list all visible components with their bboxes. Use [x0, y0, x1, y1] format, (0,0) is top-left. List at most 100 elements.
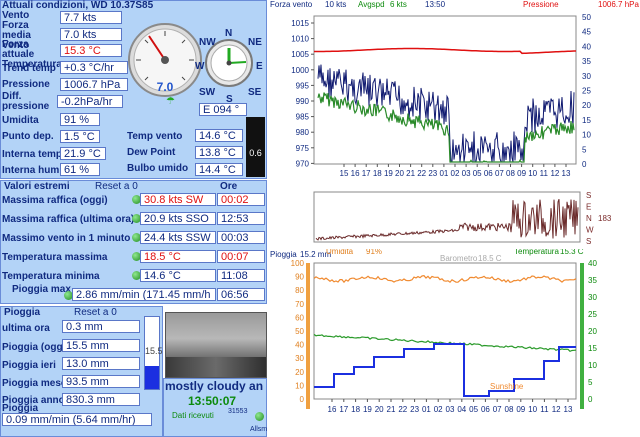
bottom-x-tick-label: 01 [422, 405, 431, 414]
bottom-x-tick-label: 18 [351, 405, 360, 414]
bottom-x-tick-label: 03 [446, 405, 455, 414]
bottom-x-tick-label: 12 [552, 405, 561, 414]
top-left-tick-label: 990 [296, 97, 310, 106]
umbrella-icon: ☂ [166, 96, 175, 107]
temp-trend-value: +0.3 °C/hr [60, 61, 128, 74]
wetbulb-value: 14.4 °C [195, 163, 243, 176]
extreme-label-3: Temperatura massima [2, 252, 108, 263]
windchill-value: 14.6 °C [195, 129, 243, 142]
bottom-x-tick-label: 04 [457, 405, 466, 414]
alarm-dot[interactable] [255, 412, 264, 421]
compass-sw: SW [199, 87, 216, 98]
indoor-hum-value: 61 % [60, 163, 100, 176]
top-left-tick-label: 1010 [291, 35, 309, 44]
bottom-x-tick-label: 23 [410, 405, 419, 414]
bottom-x-tick-label: 10 [528, 405, 537, 414]
dir-axis-label: E [586, 203, 591, 212]
top-left-tick-label: 1015 [291, 19, 309, 28]
top-left-tick-label: 1000 [291, 66, 309, 75]
pressure-wind-chart: 1015101010051000995990985980975970504540… [291, 13, 591, 178]
top-x-tick-label: 18 [373, 169, 382, 178]
top-x-tick-label: 03 [462, 169, 471, 178]
top-right-tick-label: 10 [582, 131, 591, 140]
compass-e: E [256, 61, 263, 72]
rain-value-2: 13.0 mm [62, 357, 140, 370]
top-right-tick-label: 30 [582, 72, 591, 81]
top-right-tick-label: 0 [582, 160, 587, 169]
top-x-tick-label: 15 [340, 169, 349, 178]
direction-value: E 094 ° [199, 103, 247, 116]
extreme-value-0: 30.8 kts SW [140, 193, 216, 206]
bottom-right-tick-label: 0 [588, 395, 593, 404]
rain-max-label: Pioggia max [12, 284, 71, 295]
rain-label-3: Pioggia mese [2, 378, 67, 389]
pressure-label: Pressione [2, 79, 50, 90]
temp-axis-bar [580, 263, 584, 409]
chart-top-legend: Forza vento 10 kts Avgspd 6 kts 13:50 Pr… [270, 0, 640, 9]
data-received-label: Dati ricevuti [172, 411, 214, 420]
bottom-x-tick-label: 21 [387, 405, 396, 414]
extreme-label-2: Massimo vento in 1 minuto [2, 233, 131, 244]
indoor-hum-label: Interna hum [2, 165, 60, 176]
extreme-time-2: 00:03 [217, 231, 265, 244]
top-x-tick-label: 08 [506, 169, 515, 178]
rain-value-3: 93.5 mm [62, 375, 140, 388]
top-left-tick-label: 995 [296, 81, 310, 90]
rain-label-2: Pioggia ieri [2, 360, 56, 371]
dew-value: 13.8 °C [195, 146, 243, 159]
rain-value-1: 15.5 mm [62, 339, 140, 352]
sunshine-label: Sunshine [490, 382, 524, 391]
bottom-x-tick-label: 13 [564, 405, 573, 414]
extreme-time-1: 12:53 [217, 212, 265, 225]
bottom-left-tick-label: 100 [291, 259, 305, 268]
data-received-count: 31553 [228, 408, 248, 415]
top-right-tick-label: 25 [582, 87, 591, 96]
top-right-tick-label: 50 [582, 13, 591, 22]
bottom-right-tick-label: 35 [588, 276, 597, 285]
extreme-label-4: Temperatura minima [2, 271, 100, 282]
extreme-label-0: Massima raffica (oggi) [2, 195, 108, 206]
top-x-tick-label: 21 [406, 169, 415, 178]
top-x-tick-label: 02 [451, 169, 460, 178]
bottom-x-tick-label: 11 [540, 405, 549, 414]
rain-reset[interactable]: Reset a 0 [74, 308, 117, 318]
humidity-legend-value: 91% [366, 249, 382, 256]
extreme-value-3: 18.5 °C [140, 250, 216, 263]
dewpoint-label: Punto dep. [2, 131, 54, 142]
webcam-image[interactable] [165, 312, 267, 378]
bottom-right-tick-label: 5 [588, 378, 593, 387]
clock-text: 13:50:07 [188, 394, 237, 408]
wind-direction-chart: SENWS183 [313, 191, 612, 246]
indoor-temp-value: 21.9 °C [60, 147, 106, 160]
extremes-time-header: Ore [220, 181, 238, 192]
indoor-temp-label: Interna temp. [2, 149, 65, 160]
top-x-tick-label: 20 [395, 169, 404, 178]
bottom-right-tick-label: 20 [588, 327, 597, 336]
condition-text: mostly cloudy an [165, 379, 264, 393]
top-x-tick-label: 12 [550, 169, 559, 178]
top-x-tick-label: 23 [428, 169, 437, 178]
rain-value-4: 830.3 mm [62, 393, 140, 406]
top-x-tick-label: 16 [351, 169, 360, 178]
extreme-value-1: 20.9 kts SSO [140, 212, 216, 225]
windchill-label: Temp vento [127, 131, 183, 142]
pressure-diff-label: Diff. pressione [2, 91, 50, 112]
bottom-right-tick-label: 30 [588, 293, 597, 302]
gauge-reading: 7.0 [156, 80, 174, 94]
rain-max-time: 06:56 [217, 288, 265, 301]
rain-legend-label: Pioggia [270, 250, 297, 259]
bottom-x-tick-label: 09 [516, 405, 525, 414]
top-left-tick-label: 980 [296, 128, 310, 137]
extreme-value-4: 14.6 °C [140, 269, 216, 282]
compass-nw: NW [199, 37, 216, 48]
top-x-tick-label: 13 [562, 169, 571, 178]
bottom-x-tick-label: 08 [505, 405, 514, 414]
top-right-tick-label: 20 [582, 101, 591, 110]
extremes-reset[interactable]: Reset a 0 [95, 182, 138, 192]
top-left-tick-label: 985 [296, 113, 310, 122]
top-left-tick-label: 970 [296, 159, 310, 168]
wetbulb-label: Bulbo umido [127, 163, 189, 174]
bottom-left-tick-label: 0 [300, 395, 305, 404]
bottom-left-tick-label: 10 [295, 381, 304, 390]
compass-ne: NE [248, 37, 262, 48]
